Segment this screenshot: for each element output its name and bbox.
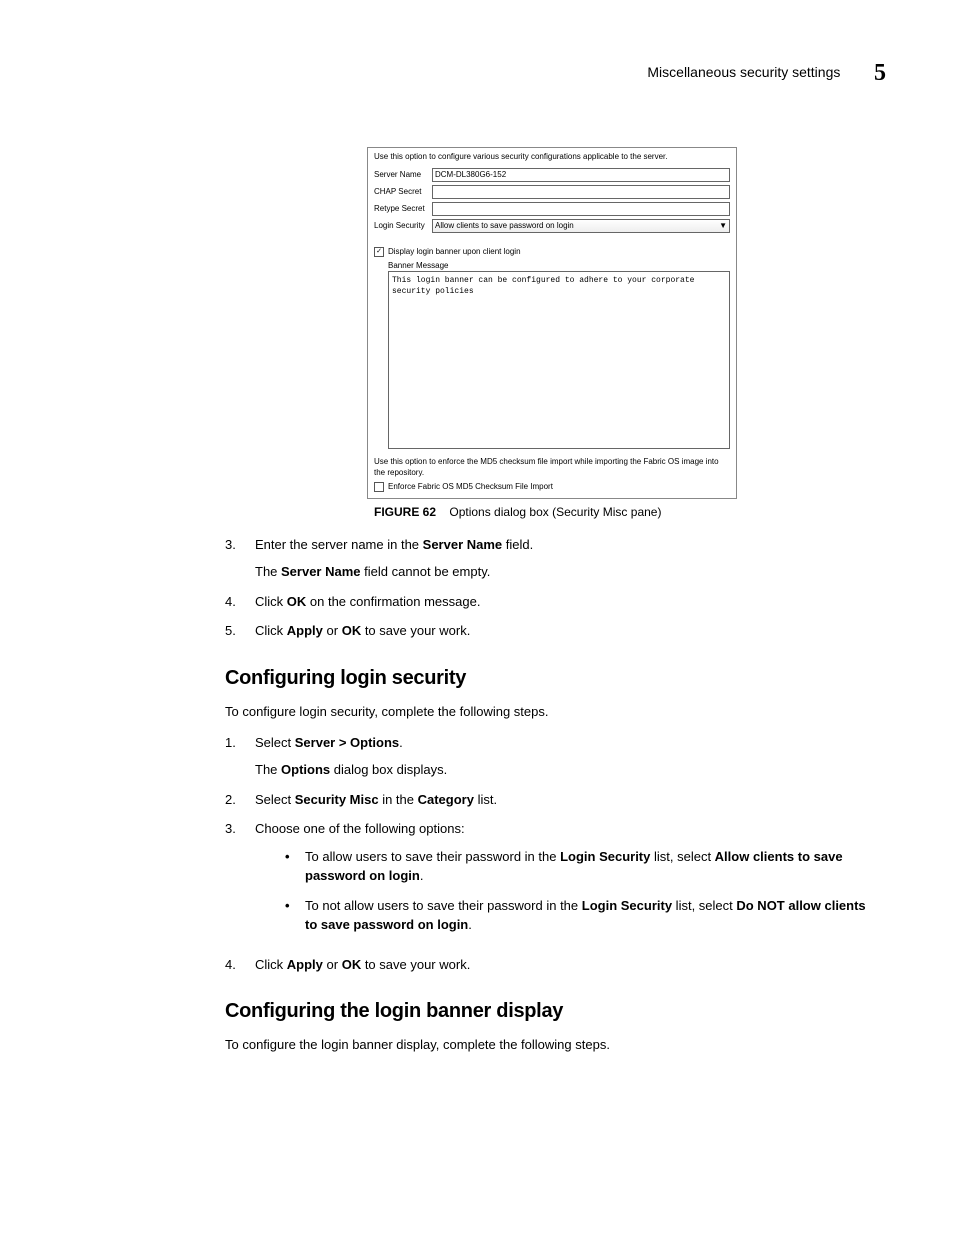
login-security-label: Login Security	[374, 221, 432, 231]
step-2: 2. Select Security Misc in the Category …	[225, 790, 879, 810]
step-num: 4.	[225, 955, 255, 975]
section-intro: To configure the login banner display, c…	[225, 1037, 879, 1052]
step-num: 3.	[225, 819, 255, 945]
step-body: Click Apply or OK to save your work.	[255, 621, 879, 641]
bullet-text: To not allow users to save their passwor…	[305, 896, 879, 935]
chap-secret-input[interactable]	[432, 185, 730, 199]
bullet-text: To allow users to save their password in…	[305, 847, 879, 886]
server-name-row: Server Name DCM-DL380G6-152	[374, 168, 730, 182]
md5-option-text: Use this option to enforce the MD5 check…	[374, 457, 730, 478]
login-security-value: Allow clients to save password on login	[435, 220, 574, 232]
login-security-dropdown[interactable]: Allow clients to save password on login …	[432, 219, 730, 233]
login-security-row: Login Security Allow clients to save pas…	[374, 219, 730, 233]
retype-secret-row: Retype Secret	[374, 202, 730, 216]
retype-secret-label: Retype Secret	[374, 204, 432, 214]
step-body: Select Server > Options. The Options dia…	[255, 733, 879, 780]
display-banner-checkbox[interactable]: ✓	[374, 247, 384, 257]
server-name-input[interactable]: DCM-DL380G6-152	[432, 168, 730, 182]
step-body: Select Security Misc in the Category lis…	[255, 790, 879, 810]
banner-message-textarea[interactable]: This login banner can be configured to a…	[388, 271, 730, 449]
chap-secret-row: CHAP Secret	[374, 185, 730, 199]
enforce-md5-label: Enforce Fabric OS MD5 Checksum File Impo…	[388, 482, 553, 492]
chevron-down-icon: ▼	[719, 220, 727, 232]
step-num: 4.	[225, 592, 255, 612]
section-heading-login-security: Configuring login security	[225, 667, 879, 690]
step-sub: The Server Name field cannot be empty.	[255, 562, 879, 582]
step-5: 5. Click Apply or OK to save your work.	[225, 621, 879, 641]
bullet-item: • To allow users to save their password …	[285, 847, 879, 886]
section-heading-login-banner: Configuring the login banner display	[225, 1000, 879, 1023]
step-list-b: 1. Select Server > Options. The Options …	[225, 733, 879, 975]
step-sub: The Options dialog box displays.	[255, 760, 879, 780]
display-banner-checkbox-row: ✓ Display login banner upon client login	[374, 247, 730, 257]
page-header: Miscellaneous security settings 5	[60, 60, 894, 87]
bullet-icon: •	[285, 896, 305, 935]
step-1: 1. Select Server > Options. The Options …	[225, 733, 879, 780]
step-body: Click Apply or OK to save your work.	[255, 955, 879, 975]
step-num: 3.	[225, 535, 255, 582]
header-title: Miscellaneous security settings	[647, 64, 840, 80]
bullet-icon: •	[285, 847, 305, 886]
figure-text: Options dialog box (Security Misc pane)	[449, 505, 661, 519]
step-body: Click OK on the confirmation message.	[255, 592, 879, 612]
step-num: 5.	[225, 621, 255, 641]
chap-secret-label: CHAP Secret	[374, 187, 432, 197]
figure-label: FIGURE 62	[374, 505, 436, 519]
step-4: 4. Click OK on the confirmation message.	[225, 592, 879, 612]
figure-caption: FIGURE 62 Options dialog box (Security M…	[374, 505, 730, 519]
enforce-md5-row: Enforce Fabric OS MD5 Checksum File Impo…	[374, 482, 730, 492]
chapter-number: 5	[874, 60, 886, 86]
display-banner-label: Display login banner upon client login	[388, 247, 521, 257]
dialog-intro-text: Use this option to configure various sec…	[374, 152, 730, 162]
step-num: 1.	[225, 733, 255, 780]
step-3: 3. Enter the server name in the Server N…	[225, 535, 879, 582]
banner-message-label: Banner Message	[388, 261, 730, 271]
step-3b: 3. Choose one of the following options: …	[225, 819, 879, 945]
enforce-md5-checkbox[interactable]	[374, 482, 384, 492]
bullet-list: • To allow users to save their password …	[255, 847, 879, 935]
step-4b: 4. Click Apply or OK to save your work.	[225, 955, 879, 975]
step-body: Choose one of the following options: • T…	[255, 819, 879, 945]
step-list-a: 3. Enter the server name in the Server N…	[225, 535, 879, 641]
bullet-item: • To not allow users to save their passw…	[285, 896, 879, 935]
section-intro: To configure login security, complete th…	[225, 704, 879, 719]
retype-secret-input[interactable]	[432, 202, 730, 216]
content-area: Use this option to configure various sec…	[225, 147, 879, 1052]
step-num: 2.	[225, 790, 255, 810]
server-name-label: Server Name	[374, 170, 432, 180]
step-body: Enter the server name in the Server Name…	[255, 535, 879, 582]
page: Miscellaneous security settings 5 Use th…	[0, 0, 954, 1235]
options-dialog-screenshot: Use this option to configure various sec…	[367, 147, 737, 499]
